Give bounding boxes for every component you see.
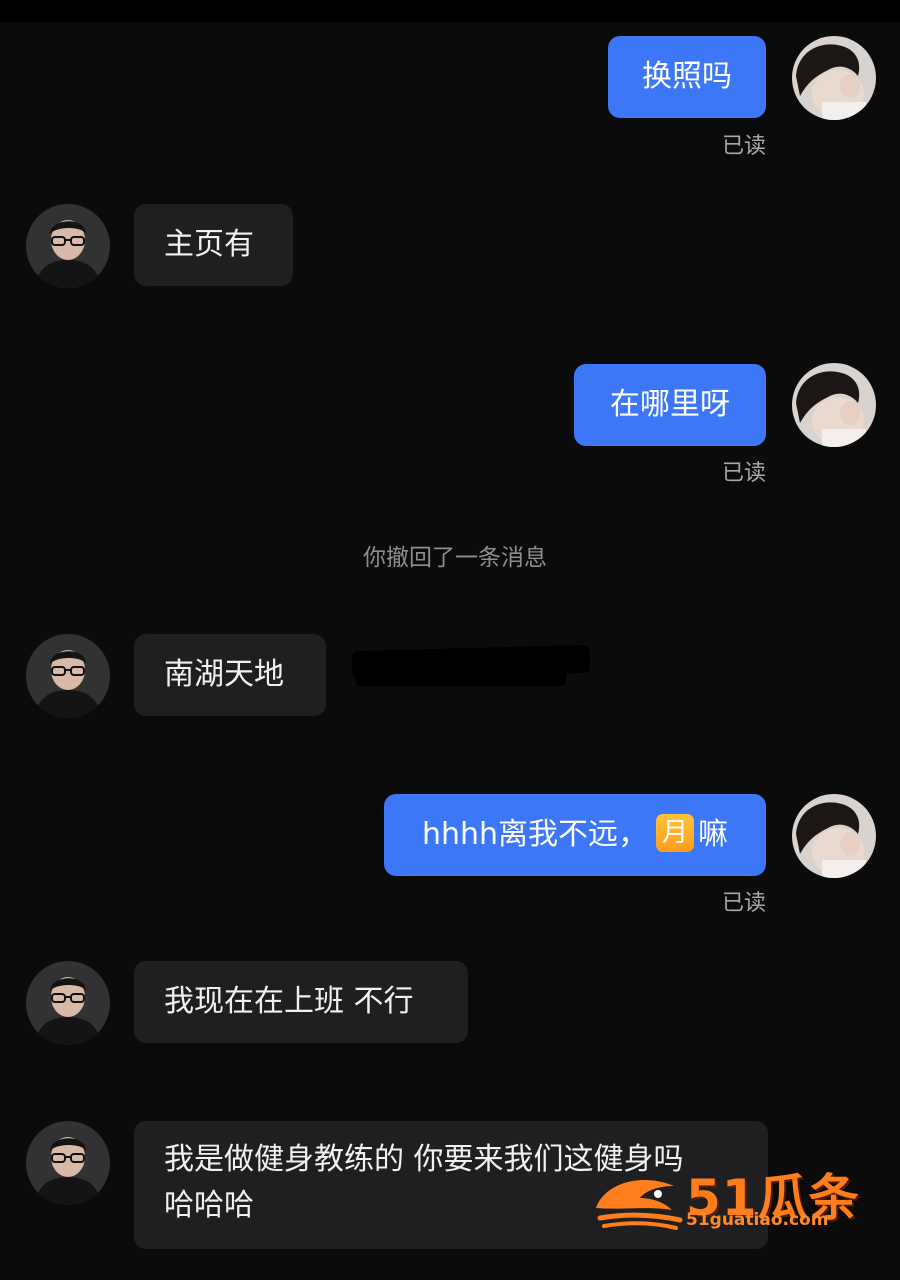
- moon-emoji-icon: 月: [656, 813, 695, 852]
- my-avatar[interactable]: [792, 363, 876, 447]
- chat-screen: 换照吗 已读 主页有 在哪里呀 已读 你撤回了一条消息 南湖天地 hhhh离我不…: [0, 0, 900, 1280]
- message-bubble-outgoing[interactable]: hhhh离我不远，月嘛: [384, 794, 766, 876]
- read-receipt: 已读: [721, 134, 766, 159]
- contact-avatar[interactable]: [26, 961, 110, 1045]
- my-avatar[interactable]: [792, 36, 876, 120]
- read-receipt: 已读: [721, 461, 766, 486]
- read-receipt: 已读: [721, 891, 766, 916]
- message-bubble-outgoing[interactable]: 在哪里呀: [574, 364, 766, 446]
- message-text: 嘛: [698, 817, 729, 852]
- contact-avatar[interactable]: [26, 634, 110, 718]
- message-bubble-incoming[interactable]: 南湖天地: [134, 634, 326, 716]
- avatar-photo-icon: [792, 363, 876, 447]
- avatar-photo-icon: [26, 634, 110, 718]
- watermark-logo-icon: [596, 1180, 683, 1230]
- status-bar-area: [0, 0, 900, 22]
- contact-avatar[interactable]: [26, 1121, 110, 1205]
- message-text: hhhh离我不远，: [421, 817, 649, 852]
- recall-notice: 你撤回了一条消息: [363, 545, 547, 571]
- avatar-photo-icon: [26, 1121, 110, 1205]
- contact-avatar[interactable]: [26, 204, 110, 288]
- message-bubble-incoming[interactable]: 主页有: [134, 204, 293, 286]
- redaction-mark: [356, 668, 566, 686]
- watermark-url: 51guatiao.com: [686, 1210, 829, 1230]
- avatar-photo-icon: [26, 961, 110, 1045]
- avatar-photo-icon: [792, 794, 876, 878]
- avatar-photo-icon: [26, 204, 110, 288]
- message-bubble-incoming[interactable]: 我现在在上班 不行: [134, 961, 468, 1043]
- avatar-photo-icon: [792, 36, 876, 120]
- message-bubble-outgoing[interactable]: 换照吗: [608, 36, 766, 118]
- watermark: 51瓜条 51guatiao.com: [590, 1158, 870, 1238]
- my-avatar[interactable]: [792, 794, 876, 878]
